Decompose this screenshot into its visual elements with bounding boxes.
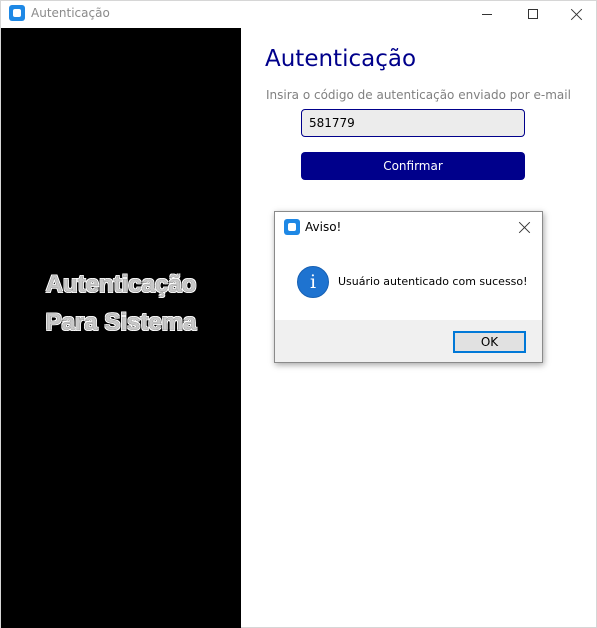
window-title: Autenticação bbox=[31, 6, 110, 20]
close-icon bbox=[571, 8, 583, 20]
dialog-close-button[interactable] bbox=[513, 217, 537, 237]
dialog-title: Aviso! bbox=[305, 220, 342, 234]
banner-title: Autenticação Para Sistema bbox=[1, 266, 241, 342]
page-title: Autenticação bbox=[265, 46, 417, 72]
app-icon bbox=[9, 5, 25, 21]
maximize-icon bbox=[528, 9, 538, 19]
info-icon: i bbox=[297, 266, 329, 298]
ok-button[interactable]: OK bbox=[453, 331, 526, 353]
app-window: Autenticação Autenticação Para Sistema A… bbox=[0, 0, 597, 628]
minimize-button[interactable] bbox=[464, 1, 510, 27]
confirm-button[interactable]: Confirmar bbox=[301, 152, 525, 180]
title-bar[interactable]: Autenticação bbox=[1, 1, 596, 27]
alert-dialog: Aviso! i Usuário autenticado com sucesso… bbox=[274, 211, 543, 363]
close-button[interactable] bbox=[554, 1, 597, 27]
auth-code-input[interactable] bbox=[301, 109, 525, 137]
instructions-label: Insira o código de autenticação enviado … bbox=[266, 88, 571, 102]
minimize-icon bbox=[482, 14, 492, 15]
banner-line-1: Autenticação bbox=[45, 271, 197, 298]
maximize-button[interactable] bbox=[510, 1, 556, 27]
close-icon bbox=[519, 221, 531, 233]
left-banner-panel: Autenticação Para Sistema bbox=[1, 28, 241, 628]
dialog-footer: OK bbox=[275, 320, 542, 362]
dialog-message: Usuário autenticado com sucesso! bbox=[338, 275, 528, 288]
dialog-title-bar[interactable]: Aviso! bbox=[275, 212, 542, 242]
dialog-app-icon bbox=[284, 219, 300, 235]
banner-line-2: Para Sistema bbox=[45, 309, 197, 336]
